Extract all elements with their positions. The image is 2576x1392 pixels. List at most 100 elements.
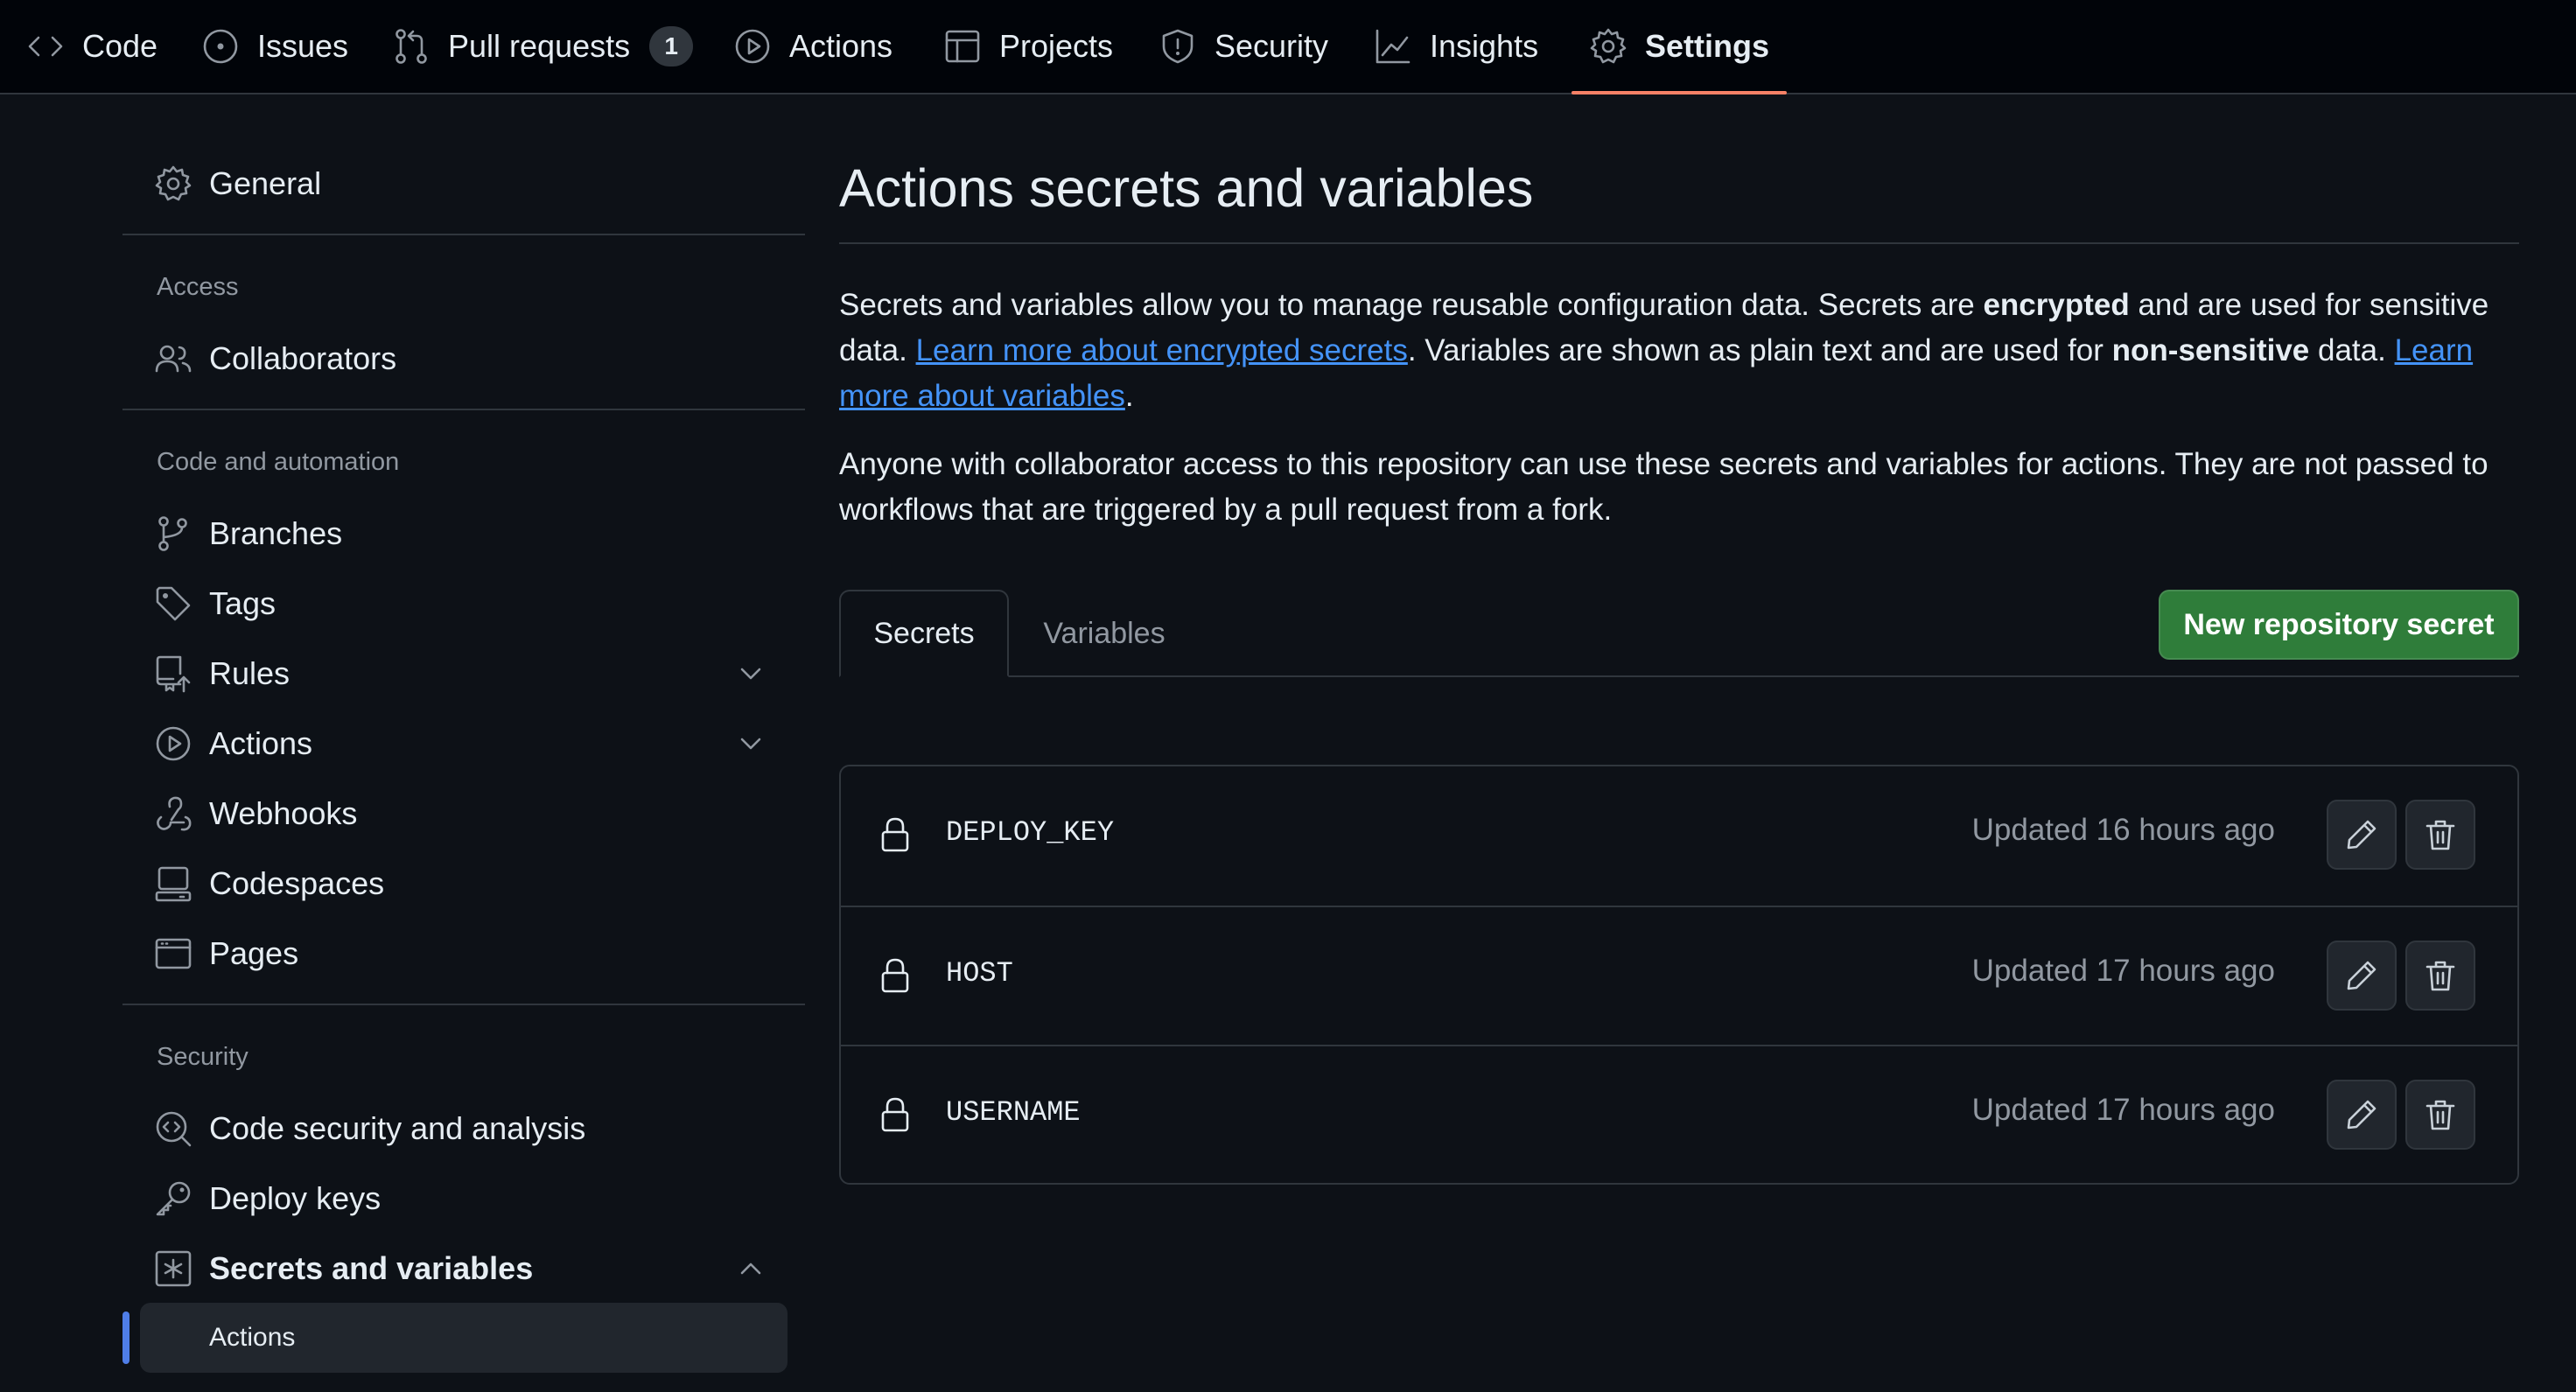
secret-row: DEPLOY_KEY Updated 16 hours ago bbox=[841, 766, 2517, 906]
secret-row: HOST Updated 17 hours ago bbox=[841, 906, 2517, 1045]
play-icon bbox=[154, 724, 192, 763]
edit-secret-button[interactable] bbox=[2327, 800, 2397, 870]
secret-updated: Updated 17 hours ago bbox=[1971, 954, 2275, 988]
sidebar-subitem-label: Actions bbox=[209, 1323, 296, 1352]
sidebar-item-tags[interactable]: Tags bbox=[122, 573, 805, 634]
tab-label: Actions bbox=[789, 28, 893, 64]
intro-text: data. bbox=[2309, 333, 2395, 367]
sidebar-item-pages[interactable]: Pages bbox=[122, 923, 805, 984]
codescan-icon bbox=[154, 1109, 192, 1148]
pr-count-badge: 1 bbox=[649, 26, 694, 66]
tab-issues[interactable]: Issues bbox=[201, 0, 348, 93]
lock-icon bbox=[876, 1095, 914, 1134]
tab-label: Pull requests bbox=[448, 28, 631, 64]
sidebar-item-label: General bbox=[209, 165, 322, 201]
pencil-icon bbox=[2347, 1100, 2376, 1130]
tab-insights[interactable]: Insights bbox=[1374, 0, 1538, 93]
sidebar-group-security: Security bbox=[157, 1043, 248, 1071]
code-icon bbox=[26, 27, 65, 66]
sidebar-divider bbox=[122, 1004, 805, 1005]
sidebar-subitem-actions[interactable]: Actions bbox=[140, 1303, 788, 1373]
repo-nav: Code Issues Pull requests 1 Actions Proj… bbox=[0, 0, 2576, 94]
chevron-down-icon[interactable] bbox=[735, 658, 766, 689]
people-icon bbox=[154, 339, 192, 378]
trash-icon bbox=[2426, 961, 2455, 991]
access-note: Anyone with collaborator access to this … bbox=[839, 447, 2488, 527]
tab-label: Secrets bbox=[873, 616, 975, 650]
delete-secret-button[interactable] bbox=[2405, 1080, 2475, 1150]
tab-code[interactable]: Code bbox=[26, 0, 158, 93]
sidebar-item-general[interactable]: General bbox=[122, 153, 805, 214]
tab-label: Security bbox=[1214, 28, 1329, 64]
chevron-down-icon[interactable] bbox=[735, 728, 766, 759]
pencil-icon bbox=[2347, 820, 2376, 850]
codespaces-icon bbox=[154, 864, 192, 903]
learn-secrets-link[interactable]: Learn more about encrypted secrets bbox=[916, 333, 1408, 367]
play-icon bbox=[733, 27, 772, 66]
tab-label: Projects bbox=[999, 28, 1114, 64]
page-title: Actions secrets and variables bbox=[839, 158, 1534, 218]
sidebar-item-label: Collaborators bbox=[209, 340, 397, 376]
sidebar-item-label: Rules bbox=[209, 655, 290, 691]
intro-text: . Variables are shown as plain text and … bbox=[1407, 333, 2112, 367]
sidebar-item-collaborators[interactable]: Collaborators bbox=[122, 328, 805, 389]
gear-icon bbox=[154, 164, 192, 203]
sidebar-item-label: Secrets and variables bbox=[209, 1250, 534, 1286]
trash-icon bbox=[2426, 1100, 2455, 1130]
intro-text: Secrets and variables allow you to manag… bbox=[839, 288, 1984, 322]
delete-secret-button[interactable] bbox=[2405, 800, 2475, 870]
sidebar-item-branches[interactable]: Branches bbox=[122, 503, 805, 564]
sidebar-item-secrets-and-variables[interactable]: Secrets and variables bbox=[122, 1238, 805, 1299]
secret-updated: Updated 16 hours ago bbox=[1971, 813, 2275, 847]
sidebar-item-actions[interactable]: Actions bbox=[122, 713, 805, 774]
intro-emphasis: encrypted bbox=[1983, 288, 2130, 322]
chevron-up-icon[interactable] bbox=[735, 1253, 766, 1284]
pull-request-icon bbox=[392, 27, 430, 66]
tab-label: Variables bbox=[1043, 616, 1166, 650]
sidebar-item-deploy-keys[interactable]: Deploy keys bbox=[122, 1168, 805, 1229]
edit-secret-button[interactable] bbox=[2327, 1080, 2397, 1150]
sidebar-item-label: Pages bbox=[209, 935, 299, 971]
secrets-list: DEPLOY_KEY Updated 16 hours ago HOST Upd… bbox=[839, 765, 2519, 1185]
pencil-icon bbox=[2347, 961, 2376, 990]
repo-push-icon bbox=[154, 654, 192, 693]
trash-icon bbox=[2426, 820, 2455, 850]
sidebar-item-code-security[interactable]: Code security and analysis bbox=[122, 1098, 805, 1159]
tab-settings[interactable]: Settings bbox=[1571, 0, 1788, 94]
tab-actions[interactable]: Actions bbox=[733, 0, 892, 93]
intro-paragraph: Secrets and variables allow you to manag… bbox=[839, 283, 2519, 419]
sidebar-group-access: Access bbox=[157, 273, 239, 301]
tab-security[interactable]: Security bbox=[1158, 0, 1328, 93]
sidebar-item-rules[interactable]: Rules bbox=[122, 643, 805, 704]
edit-secret-button[interactable] bbox=[2327, 941, 2397, 1011]
new-repository-secret-button[interactable]: New repository secret bbox=[2159, 590, 2519, 660]
graph-icon bbox=[1374, 27, 1412, 66]
secret-updated: Updated 17 hours ago bbox=[1971, 1093, 2275, 1127]
sidebar-item-codespaces[interactable]: Codespaces bbox=[122, 853, 805, 914]
sidebar-group-code-automation: Code and automation bbox=[157, 448, 400, 476]
tab-label: Code bbox=[82, 28, 158, 64]
secret-name: USERNAME bbox=[946, 1096, 1081, 1129]
sidebar-divider bbox=[122, 234, 805, 235]
shield-icon bbox=[1158, 27, 1197, 66]
secret-name: HOST bbox=[946, 957, 1013, 990]
sidebar-item-webhooks[interactable]: Webhooks bbox=[122, 783, 805, 844]
secret-row: USERNAME Updated 17 hours ago bbox=[841, 1045, 2517, 1183]
secrets-tabs: Secrets Variables New repository secret bbox=[839, 590, 2519, 677]
intro-text: . bbox=[1124, 379, 1134, 413]
lock-icon bbox=[876, 815, 914, 854]
tab-variables[interactable]: Variables bbox=[1009, 590, 1200, 677]
tab-projects[interactable]: Projects bbox=[943, 0, 1113, 93]
asterisk-icon bbox=[154, 1249, 192, 1288]
sidebar-item-label: Tags bbox=[209, 585, 276, 621]
tag-icon bbox=[154, 584, 192, 623]
delete-secret-button[interactable] bbox=[2405, 941, 2475, 1011]
sidebar-item-label: Codespaces bbox=[209, 865, 385, 901]
tab-secrets[interactable]: Secrets bbox=[839, 590, 1009, 677]
secret-name: DEPLOY_KEY bbox=[946, 816, 1115, 849]
browser-icon bbox=[154, 934, 192, 973]
tab-pull-requests[interactable]: Pull requests 1 bbox=[392, 0, 694, 93]
table-icon bbox=[943, 27, 982, 66]
sidebar-item-label: Webhooks bbox=[209, 795, 358, 831]
branch-icon bbox=[154, 514, 192, 553]
